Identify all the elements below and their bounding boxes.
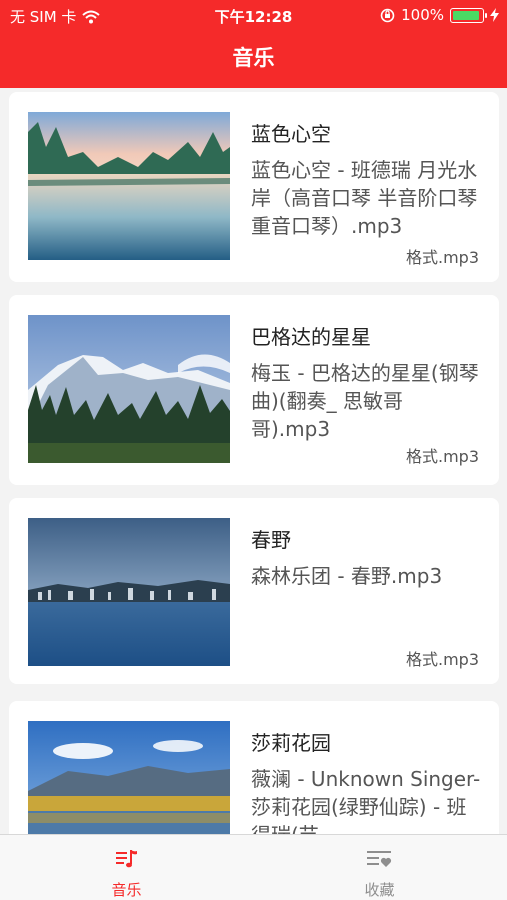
song-card[interactable]: 莎莉花园 薇澜 - Unknown Singer-莎莉花园(绿野仙踪) - 班得… [9,701,499,834]
music-list-icon [115,850,137,868]
status-bar: 无 SIM 卡 下午12:28 100% [0,0,507,30]
charging-icon [490,8,499,22]
song-filename: 森林乐团 - 春野.mp3 [251,564,443,588]
album-cover-image [28,112,230,260]
song-title: 巴格达的星星 [251,325,371,349]
tab-favorites[interactable]: 收藏 [253,835,506,900]
tab-music-label: 音乐 [111,881,142,899]
song-filename: 薇澜 - Unknown Singer-莎莉花园(绿野仙踪) - 班得瑞(节 [251,767,481,834]
song-list[interactable]: 蓝色心空 蓝色心空 - 班德瑞 月光水岸（高音口琴 半音阶口琴 重音口琴）.mp… [0,88,507,834]
song-title: 莎莉花园 [251,731,331,755]
song-format: 格式.mp3 [405,248,479,267]
song-format: 格式.mp3 [405,650,479,669]
song-format: 格式.mp3 [405,447,479,466]
song-filename: 蓝色心空 - 班德瑞 月光水岸（高音口琴 半音阶口琴 重音口琴）.mp3 [251,158,478,238]
song-filename: 梅玉 - 巴格达的星星(钢琴曲)(翻奏_ 思敏哥哥).mp3 [251,361,479,441]
song-card[interactable]: 春野 森林乐团 - 春野.mp3 格式.mp3 [9,498,499,684]
song-title: 蓝色心空 [251,122,331,146]
favorites-list-icon [366,851,391,867]
orientation-lock-icon [380,8,395,22]
album-cover-image [28,721,230,834]
song-card[interactable]: 巴格达的星星 梅玉 - 巴格达的星星(钢琴曲)(翻奏_ 思敏哥哥).mp3 格式… [9,295,499,485]
album-cover-image [28,518,230,666]
tab-favorites-label: 收藏 [364,881,395,899]
page-title: 音乐 [232,46,275,70]
tab-bar: 音乐 收藏 [0,834,507,900]
song-card[interactable]: 蓝色心空 蓝色心空 - 班德瑞 月光水岸（高音口琴 半音阶口琴 重音口琴）.mp… [9,92,499,282]
battery-percent: 100% [401,6,444,24]
app-header: 无 SIM 卡 下午12:28 100% 音乐 [0,0,507,88]
song-title: 春野 [251,528,291,552]
tab-music[interactable]: 音乐 [0,835,253,900]
album-cover-image [28,315,230,463]
battery-icon [450,7,487,23]
